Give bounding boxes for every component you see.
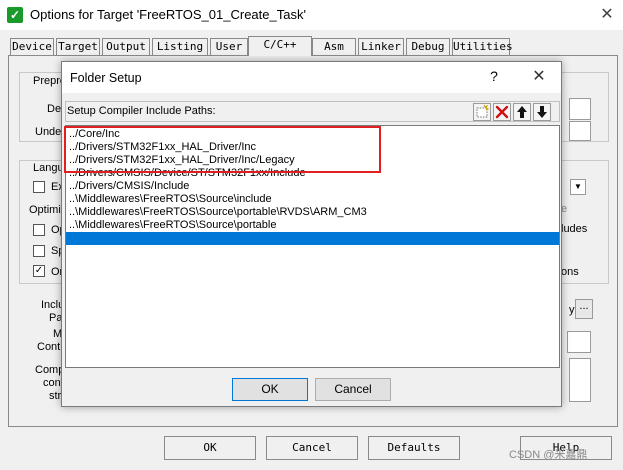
tab-device[interactable]: Device bbox=[10, 38, 54, 55]
optimize-checkbox[interactable] bbox=[33, 224, 45, 236]
folder-setup-dialog: Folder Setup ? ✕ Setup Compiler Include … bbox=[61, 61, 562, 407]
execute-only-checkbox[interactable] bbox=[33, 181, 45, 193]
options-titlebar: ✓ Options for Target 'FreeRTOS_01_Create… bbox=[0, 0, 623, 30]
folder-setup-titlebar: Folder Setup ? ✕ bbox=[62, 62, 561, 93]
y-label: y bbox=[569, 304, 575, 316]
list-item[interactable]: ..\Middlewares\FreeRTOS\Source\include bbox=[66, 193, 559, 206]
tab-listing[interactable]: Listing bbox=[152, 38, 208, 55]
language-dropdown[interactable]: ▼ bbox=[570, 179, 586, 195]
misc-controls-field[interactable] bbox=[567, 331, 591, 353]
controls-label: Contr bbox=[37, 341, 64, 353]
compiler-label: Comp bbox=[35, 364, 65, 376]
tab-asm[interactable]: Asm bbox=[312, 38, 356, 55]
folder-setup-close-button[interactable]: ✕ bbox=[528, 66, 550, 88]
delete-icon[interactable] bbox=[493, 103, 511, 121]
tab-linker[interactable]: Linker bbox=[358, 38, 404, 55]
move-down-icon[interactable] bbox=[533, 103, 551, 121]
list-item[interactable]: ../Drivers/STM32F1xx_HAL_Driver/Inc bbox=[66, 141, 559, 154]
list-item[interactable]: ..\Middlewares\FreeRTOS\Source\portable\… bbox=[66, 206, 559, 219]
cancel-button[interactable]: Cancel bbox=[266, 436, 358, 460]
ludes-label: ludes bbox=[561, 223, 588, 235]
tab-cpp[interactable]: C/C++ bbox=[248, 36, 312, 56]
new-folder-icon[interactable] bbox=[473, 103, 491, 121]
options-title: Options for Target 'FreeRTOS_01_Create_T… bbox=[30, 7, 306, 22]
tab-user[interactable]: User bbox=[210, 38, 248, 55]
list-item[interactable]: ..\Middlewares\FreeRTOS\Source\portable bbox=[66, 219, 559, 232]
include-paths-label: Setup Compiler Include Paths: bbox=[67, 105, 216, 117]
folder-setup-ok-button[interactable]: OK bbox=[232, 378, 308, 401]
folder-setup-title: Folder Setup bbox=[70, 71, 142, 85]
include-paths-list[interactable]: ../Core/Inc ../Drivers/STM32F1xx_HAL_Dri… bbox=[65, 125, 560, 368]
define-field[interactable] bbox=[569, 98, 591, 120]
defaults-button[interactable]: Defaults bbox=[368, 436, 460, 460]
list-item[interactable]: ../Drivers/CMSIS/Include bbox=[66, 180, 559, 193]
tab-debug[interactable]: Debug bbox=[406, 38, 450, 55]
ok-button[interactable]: OK bbox=[164, 436, 256, 460]
compiler-string-field[interactable] bbox=[569, 358, 591, 402]
one-elf-checkbox[interactable]: ✓ bbox=[33, 265, 45, 277]
folder-setup-cancel-button[interactable]: Cancel bbox=[315, 378, 391, 401]
tab-output[interactable]: Output bbox=[102, 38, 150, 55]
list-item[interactable]: ../Drivers/STM32F1xx_HAL_Driver/Inc/Lega… bbox=[66, 154, 559, 167]
undefine-field[interactable] bbox=[569, 121, 591, 141]
tab-target[interactable]: Target bbox=[56, 38, 100, 55]
include-browse-button[interactable]: ... bbox=[575, 299, 593, 319]
keil-check-icon: ✓ bbox=[7, 7, 23, 23]
options-close-button[interactable]: ✕ bbox=[596, 4, 618, 26]
tab-utilities[interactable]: Utilities bbox=[452, 38, 513, 55]
language-label: Langu bbox=[33, 162, 64, 174]
list-item-selected[interactable] bbox=[66, 232, 559, 245]
string-label: str bbox=[49, 390, 62, 402]
ons-label: ons bbox=[561, 266, 579, 278]
tab-strip: Device Target Output Listing User C/C++ … bbox=[8, 36, 618, 56]
split-checkbox[interactable] bbox=[33, 245, 45, 257]
list-item[interactable]: ../Core/Inc bbox=[66, 128, 559, 141]
list-item[interactable]: ../Drivers/CMSIS/Device/ST/STM32F1xx/Inc… bbox=[66, 167, 559, 180]
optimization-label: Optimi bbox=[29, 204, 61, 216]
watermark: CSDN @米嘉鼎 bbox=[509, 449, 588, 461]
move-up-icon[interactable] bbox=[513, 103, 531, 121]
help-icon[interactable]: ? bbox=[486, 68, 502, 86]
undefine-label: Unde bbox=[35, 126, 62, 138]
